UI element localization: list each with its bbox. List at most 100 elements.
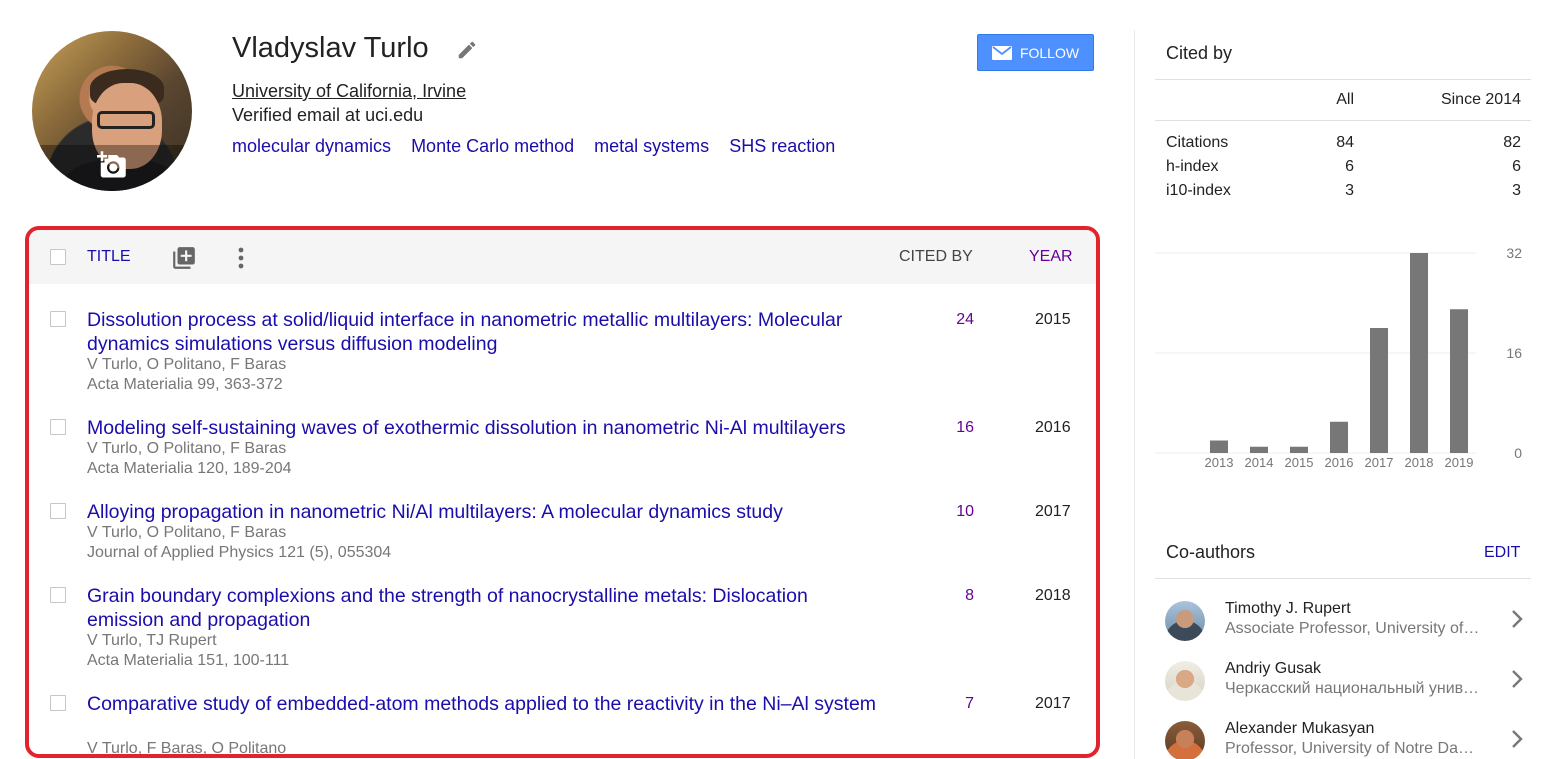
y-tick-label: 0 xyxy=(1514,445,1522,461)
more-options-icon[interactable] xyxy=(237,247,245,269)
stat-all: 6 xyxy=(1345,158,1354,175)
stat-label: i10-index xyxy=(1166,182,1231,199)
chart-bar[interactable] xyxy=(1370,328,1388,453)
photo-glasses xyxy=(97,111,155,129)
coauthor-affiliation: Associate Professor, University of Calif… xyxy=(1225,620,1480,637)
x-tick-label: 2016 xyxy=(1325,455,1354,470)
article-title-link[interactable]: Comparative study of embedded-atom metho… xyxy=(87,692,877,716)
coauthor-item[interactable]: Alexander Mukasyan Professor, University… xyxy=(1155,720,1531,759)
article-year: 2018 xyxy=(1035,587,1071,604)
cited-by-count[interactable]: 7 xyxy=(949,695,974,713)
cited-by-count[interactable]: 24 xyxy=(949,311,974,329)
stat-all: 3 xyxy=(1345,182,1354,199)
citations-bar-chart: 32 16 0 2013 2014 2015 2016 2017 2018 2019 xyxy=(1155,245,1522,470)
article-title-link[interactable]: Alloying propagation in nanometric Ni/Al… xyxy=(87,500,877,524)
x-tick-label: 2014 xyxy=(1245,455,1274,470)
divider xyxy=(1155,120,1531,121)
x-tick-label: 2019 xyxy=(1445,455,1474,470)
article-venue: Journal of Applied Physics 121 (5), 0553… xyxy=(87,544,392,561)
table-header: TITLE CITED BY YEAR xyxy=(29,230,1096,284)
stat-since: 3 xyxy=(1512,182,1521,199)
coauthor-affiliation: Professor, University of Notre Dame xyxy=(1225,740,1480,757)
x-tick-label: 2017 xyxy=(1365,455,1394,470)
interest-link[interactable]: metal systems xyxy=(594,136,709,157)
article-title-link[interactable]: Dissolution process at solid/liquid inte… xyxy=(87,308,877,356)
sort-by-title[interactable]: TITLE xyxy=(87,248,131,266)
chart-bar[interactable] xyxy=(1450,309,1468,453)
sort-by-cited[interactable]: CITED BY xyxy=(899,248,973,266)
article-year: 2017 xyxy=(1035,695,1071,712)
chart-bar[interactable] xyxy=(1210,440,1228,454)
coauthor-item[interactable]: Andriy Gusak Черкасский национальный уни… xyxy=(1155,660,1531,716)
col-all-header: All xyxy=(1336,91,1354,108)
add-article-icon[interactable] xyxy=(171,245,197,271)
article-title-link[interactable]: Modeling self-sustaining waves of exothe… xyxy=(87,416,877,440)
sort-by-year[interactable]: YEAR xyxy=(1029,248,1073,266)
affiliation-link[interactable]: University of California, Irvine xyxy=(232,81,466,102)
article-title-link[interactable]: Grain boundary complexions and the stren… xyxy=(87,584,877,632)
coauthor-avatar xyxy=(1165,601,1205,641)
x-tick-label: 2015 xyxy=(1285,455,1314,470)
cited-by-count[interactable]: 16 xyxy=(949,419,974,437)
article-authors: V Turlo, F Baras, O Politano xyxy=(87,740,287,757)
interest-link[interactable]: SHS reaction xyxy=(729,136,835,157)
stat-label: h-index xyxy=(1166,158,1219,175)
stat-all: 84 xyxy=(1336,134,1354,151)
interest-link[interactable]: Monte Carlo method xyxy=(411,136,574,157)
coauthor-avatar xyxy=(1165,721,1205,759)
article-year: 2017 xyxy=(1035,503,1071,520)
article-venue: Acta Materialia 151, 100-111 xyxy=(87,652,290,669)
chevron-right-icon xyxy=(1512,610,1523,628)
row-checkbox[interactable] xyxy=(50,419,66,435)
chart-bar[interactable] xyxy=(1330,421,1348,453)
follow-label: FOLLOW xyxy=(1019,44,1080,61)
profile-photo[interactable] xyxy=(32,31,192,191)
coauthor-name: Alexander Mukasyan xyxy=(1225,720,1375,737)
chevron-right-icon xyxy=(1512,670,1523,688)
row-checkbox[interactable] xyxy=(50,503,66,519)
add-photo-icon xyxy=(97,151,126,178)
article-year: 2016 xyxy=(1035,419,1071,436)
interest-link[interactable]: molecular dynamics xyxy=(232,136,391,157)
chart-bar[interactable] xyxy=(1290,446,1308,453)
x-tick-label: 2013 xyxy=(1205,455,1234,470)
y-tick-label: 32 xyxy=(1506,245,1522,261)
coauthor-name: Andriy Gusak xyxy=(1225,660,1322,677)
change-photo-button[interactable] xyxy=(32,145,192,191)
column-divider xyxy=(1134,30,1135,759)
article-authors: V Turlo, TJ Rupert xyxy=(87,632,217,649)
coauthor-item[interactable]: Timothy J. Rupert Associate Professor, U… xyxy=(1155,600,1531,656)
row-checkbox[interactable] xyxy=(50,311,66,327)
cited-by-count[interactable]: 10 xyxy=(949,503,974,521)
chart-bar[interactable] xyxy=(1410,253,1428,453)
y-tick-label: 16 xyxy=(1506,345,1522,361)
stat-since: 82 xyxy=(1503,134,1521,151)
coauthor-name: Timothy J. Rupert xyxy=(1225,600,1351,617)
verified-email: Verified email at uci.edu xyxy=(232,105,424,125)
articles-table: TITLE CITED BY YEAR Dissolution process … xyxy=(25,226,1100,758)
x-tick-label: 2018 xyxy=(1405,455,1434,470)
coauthors-heading: Co-authors xyxy=(1166,542,1256,562)
article-year: 2015 xyxy=(1035,311,1071,328)
cited-by-count[interactable]: 8 xyxy=(949,587,974,605)
stat-label: Citations xyxy=(1166,134,1229,151)
profile-name: Vladyslav Turlo xyxy=(232,32,429,64)
row-checkbox[interactable] xyxy=(50,695,66,711)
article-authors: V Turlo, O Politano, F Baras xyxy=(87,440,287,457)
row-checkbox[interactable] xyxy=(50,587,66,603)
article-authors: V Turlo, O Politano, F Baras xyxy=(87,524,287,541)
envelope-icon xyxy=(991,45,1012,60)
follow-button[interactable]: FOLLOW xyxy=(977,34,1094,71)
cited-by-heading: Cited by xyxy=(1166,43,1233,63)
divider xyxy=(1155,79,1531,80)
chart-bar[interactable] xyxy=(1250,446,1268,453)
article-venue: Acta Materialia 120, 189-204 xyxy=(87,460,292,477)
coauthors-edit-link[interactable]: EDIT xyxy=(1484,544,1520,562)
article-authors: V Turlo, O Politano, F Baras xyxy=(87,356,287,373)
article-venue: Acta Materialia 99, 363-372 xyxy=(87,376,283,393)
select-all-checkbox[interactable] xyxy=(50,249,66,265)
col-since-header: Since 2014 xyxy=(1440,91,1521,108)
divider xyxy=(1155,578,1531,579)
chevron-right-icon xyxy=(1512,730,1523,748)
pencil-icon[interactable] xyxy=(456,39,478,61)
